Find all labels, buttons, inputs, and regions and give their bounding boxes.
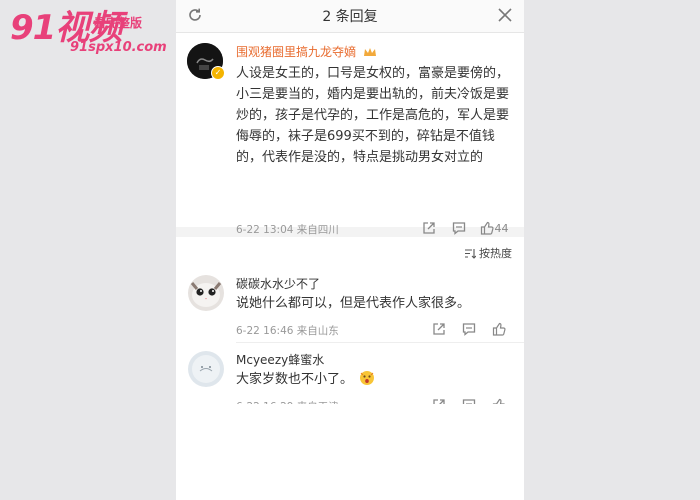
reply-text: 大家岁数也不小了。: [236, 369, 512, 390]
sort-icon: [465, 248, 476, 259]
page-title: 2 条回复: [322, 9, 378, 25]
comment-button[interactable]: [444, 219, 474, 237]
like-button[interactable]: 44: [474, 219, 514, 237]
thumbs-up-icon: [492, 322, 506, 336]
right-backdrop: [524, 0, 700, 500]
watermark-tagline: 看完整版: [94, 16, 143, 30]
comment-author[interactable]: 围观猪圈里搞九龙夺嫡: [236, 43, 377, 60]
reply-author[interactable]: 碳碳水水少不了: [236, 275, 320, 292]
reply-panel: 2 条回复 ✓ 围观猪圈里搞九龙夺嫡 人设是女王的，口号是女权的，富豪是要傍的，…: [176, 0, 524, 500]
sort-bar: 按热度: [176, 237, 524, 267]
comment-meta: 6-22 13:04 来自四川: [236, 224, 339, 236]
reply-text-content: 大家岁数也不小了。: [236, 372, 354, 387]
reply-item: 碳碳水水少不了 说她什么都可以，但是代表作人家很多。 6-22 16:46 来自…: [176, 267, 524, 343]
reply-author[interactable]: Mcyeezy蜂蜜水: [236, 351, 324, 368]
comment-button[interactable]: [454, 320, 484, 338]
sort-label: 按热度: [479, 247, 512, 260]
thumbs-up-icon: [480, 221, 494, 235]
comment-icon: [452, 222, 466, 235]
left-backdrop: [0, 0, 176, 500]
reply-actions: [424, 320, 514, 338]
comment-icon: [462, 323, 476, 336]
avatar[interactable]: ✓: [187, 43, 225, 80]
main-comment: ✓ 围观猪圈里搞九龙夺嫡 人设是女王的，口号是女权的，富豪是要傍的，小三是要当的…: [176, 33, 524, 236]
share-icon: [433, 323, 445, 335]
reply-meta: 6-22 16:46 来自山东: [236, 325, 339, 337]
share-icon: [423, 222, 435, 234]
share-button[interactable]: [414, 219, 444, 237]
watermark-logo: 91视频 看完整版 91spx10.com: [8, 2, 190, 62]
like-button[interactable]: [484, 320, 514, 338]
header-bar: 2 条回复: [176, 0, 524, 33]
avatar[interactable]: [188, 275, 224, 311]
avatar[interactable]: [188, 351, 224, 387]
sketch-avatar-image: [188, 351, 224, 387]
comment-actions: 44: [414, 219, 514, 237]
comment-author-name[interactable]: 围观猪圈里搞九龙夺嫡: [236, 45, 356, 59]
close-icon[interactable]: [496, 6, 514, 24]
crown-icon: [363, 48, 376, 56]
verified-icon: ✓: [211, 66, 225, 80]
surprised-emoji-icon: [360, 371, 375, 385]
watermark-url: 91spx10.com: [70, 40, 167, 55]
reply-text: 说她什么都可以，但是代表作人家很多。: [236, 296, 471, 311]
like-count: 44: [494, 221, 509, 235]
sort-by-hot-button[interactable]: 按热度: [464, 245, 512, 261]
share-button[interactable]: [424, 320, 454, 338]
cat-avatar-image: [188, 275, 224, 311]
comment-text: 人设是女王的，口号是女权的，富豪是要傍的，小三是要当的，婚内是要出轨的，前夫冷饭…: [236, 66, 510, 165]
empty-area: [176, 404, 524, 500]
